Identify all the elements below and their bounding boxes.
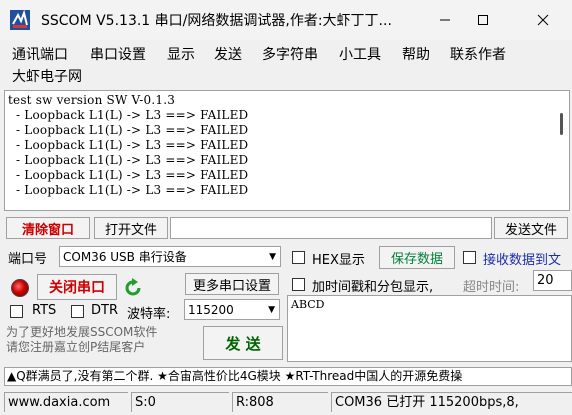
close-icon[interactable] (520, 0, 566, 40)
receive-to-file-checkbox[interactable] (463, 251, 476, 264)
menu-comm-port[interactable]: 通讯端口 (12, 44, 68, 64)
status-sent-count: S:0 (131, 392, 229, 412)
menu-daxia-site[interactable]: 大虾电子网 (12, 66, 82, 86)
close-port-button[interactable]: 关闭串口 (37, 274, 117, 300)
rts-checkbox[interactable] (10, 305, 23, 318)
more-serial-settings-button[interactable]: 更多串口设置 (185, 273, 279, 295)
baud-select[interactable]: 115200 ▼ (184, 299, 280, 320)
open-file-button[interactable]: 打开文件 (94, 217, 168, 239)
menu-bar: 通讯端口 串口设置 显示 发送 多字符串 小工具 帮助 联系作者 大虾电子网 (0, 40, 572, 88)
timeout-label: 超时时间: (463, 280, 520, 295)
hex-display-label: HEX显示 (312, 253, 365, 268)
ad-ticker[interactable]: ▲Q群满员了,没有第二个群. ★合宙高性价比4G模块 ★RT-Thread中国人… (4, 367, 572, 386)
sscom-app-icon (9, 9, 31, 31)
send-file-button[interactable]: 发送文件 (494, 217, 568, 239)
receive-output[interactable]: test sw version SW V-0.1.3 - Loopback L1… (4, 90, 570, 211)
status-port-state: COM36 已打开 115200bps,8, (331, 392, 572, 412)
timestamp-label: 加时间戳和分包显示, (312, 280, 434, 295)
save-data-button[interactable]: 保存数据 (379, 246, 455, 269)
baud-label: 波特率: (127, 307, 171, 322)
window-title: SSCOM V5.13.1 串口/网络数据调试器,作者:大虾丁丁... (41, 13, 392, 29)
menu-multi-string[interactable]: 多字符串 (262, 44, 318, 64)
chevron-down-icon: ▼ (268, 304, 275, 315)
port-select[interactable]: COM36 USB 串行设备 ▼ (59, 246, 281, 267)
menu-contact-author[interactable]: 联系作者 (450, 44, 506, 64)
status-received-count: R:808 (232, 392, 328, 412)
hex-display-checkbox[interactable] (292, 251, 305, 264)
title-bar: SSCOM V5.13.1 串口/网络数据调试器,作者:大虾丁丁... (0, 0, 572, 40)
menu-serial-settings[interactable]: 串口设置 (90, 44, 146, 64)
clear-window-button[interactable]: 清除窗口 (6, 217, 90, 239)
status-website[interactable]: www.daxia.com (4, 392, 128, 412)
dtr-checkbox[interactable] (71, 305, 84, 318)
menu-tools[interactable]: 小工具 (339, 44, 381, 64)
chevron-down-icon: ▼ (269, 251, 276, 262)
register-promo[interactable]: 为了更好地发展SSCOM软件 请您注册嘉立创P结尾客户 (6, 325, 157, 355)
receive-to-file-label: 接收数据到文 (483, 253, 562, 268)
vertical-scrollbar[interactable] (553, 91, 569, 210)
dtr-label: DTR (91, 303, 118, 318)
port-label: 端口号 (8, 252, 48, 267)
rts-label: RTS (32, 303, 57, 318)
menu-send[interactable]: 发送 (214, 44, 242, 64)
send-textarea[interactable]: ABCD (287, 295, 572, 362)
file-path-input[interactable] (170, 217, 492, 239)
menu-help[interactable]: 帮助 (402, 44, 430, 64)
menu-display[interactable]: 显示 (167, 44, 195, 64)
receive-text: test sw version SW V-0.1.3 - Loopback L1… (8, 93, 249, 197)
maximize-icon[interactable] (460, 0, 506, 40)
status-bar: www.daxia.com S:0 R:808 COM36 已打开 115200… (0, 390, 572, 415)
baud-select-value: 115200 (188, 302, 234, 317)
port-select-value: COM36 USB 串行设备 (63, 250, 187, 264)
refresh-icon[interactable] (122, 277, 144, 299)
timeout-input[interactable]: 20 (533, 270, 572, 291)
timestamp-checkbox[interactable] (292, 278, 305, 291)
scrollbar-thumb[interactable] (560, 113, 563, 135)
port-status-icon (11, 279, 29, 297)
send-button[interactable]: 发 送 (203, 326, 283, 360)
